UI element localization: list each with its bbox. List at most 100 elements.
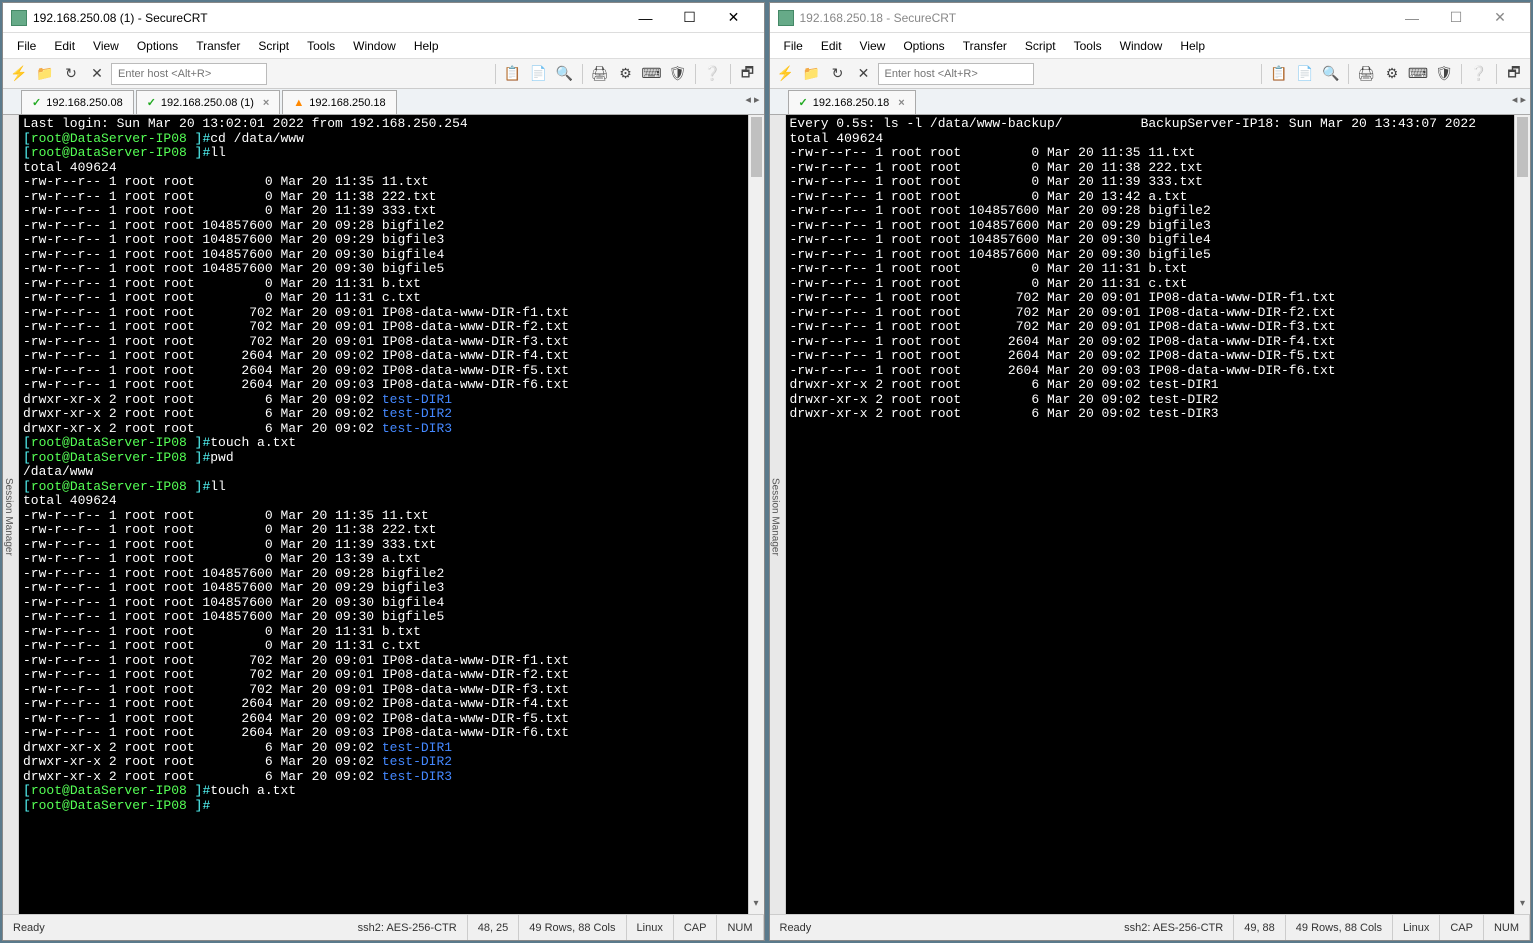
toolbar-button-1[interactable]: 📁 xyxy=(800,62,824,86)
tab-label: 192.168.250.08 xyxy=(46,97,122,109)
toolbar-button-14[interactable]: ❔ xyxy=(701,62,725,86)
term-text: -rw-r--r-- 1 root root 0 Mar 20 11:35 11… xyxy=(23,508,429,523)
status-os: Linux xyxy=(1393,915,1440,940)
toolbar-button-12[interactable]: 🛡 xyxy=(1432,62,1456,86)
menu-edit[interactable]: Edit xyxy=(46,36,83,56)
term-text: -rw-r--r-- 1 root root 104857600 Mar 20 … xyxy=(23,261,444,276)
scroll-thumb[interactable] xyxy=(751,117,762,177)
menu-view[interactable]: View xyxy=(85,36,127,56)
status-rowcol: 49 Rows, 88 Cols xyxy=(519,915,626,940)
menu-script[interactable]: Script xyxy=(250,36,297,56)
term-text: ll xyxy=(210,479,226,494)
host-input[interactable] xyxy=(111,63,267,85)
menu-window[interactable]: Window xyxy=(345,36,404,56)
close-button[interactable]: ✕ xyxy=(1478,4,1522,32)
toolbar-button-16[interactable]: 🗗 xyxy=(736,62,760,86)
toolbar-button-6[interactable]: 📄 xyxy=(527,62,551,86)
window-title: 192.168.250.18 - SecureCRT xyxy=(800,11,1391,25)
host-input[interactable] xyxy=(878,63,1034,85)
scrollbar[interactable]: ▴ ▾ xyxy=(748,115,764,914)
toolbar-button-11[interactable]: ⌨ xyxy=(640,62,664,86)
menu-options[interactable]: Options xyxy=(129,36,186,56)
menu-transfer[interactable]: Transfer xyxy=(955,36,1015,56)
session-tab-1[interactable]: ✓192.168.250.08 (1)× xyxy=(136,90,281,114)
term-text: -rw-r--r-- 1 root root 0 Mar 20 11:31 b.… xyxy=(23,276,421,291)
toolbar-button-10[interactable]: ⚙ xyxy=(1380,62,1404,86)
session-tab-0[interactable]: ✓ 192.168.250.08 xyxy=(21,90,134,114)
term-text: test-DIR2 xyxy=(382,406,452,421)
menu-view[interactable]: View xyxy=(852,36,894,56)
toolbar-button-16[interactable]: 🗗 xyxy=(1502,62,1526,86)
terminal[interactable]: Last login: Sun Mar 20 13:02:01 2022 fro… xyxy=(19,115,748,914)
menu-transfer[interactable]: Transfer xyxy=(188,36,248,56)
term-text: -rw-r--r-- 1 root root 104857600 Mar 20 … xyxy=(790,232,1211,247)
maximize-button[interactable]: ☐ xyxy=(1434,4,1478,32)
status-num: NUM xyxy=(717,915,763,940)
menu-window[interactable]: Window xyxy=(1112,36,1171,56)
scroll-down-icon[interactable]: ▾ xyxy=(1515,898,1530,914)
tab-close-icon[interactable]: × xyxy=(898,97,904,109)
scroll-down-icon[interactable]: ▾ xyxy=(749,898,764,914)
toolbar-button-7[interactable]: 🔍 xyxy=(1319,62,1343,86)
toolbar-button-14[interactable]: ❔ xyxy=(1467,62,1491,86)
term-text: test-DIR1 xyxy=(382,740,452,755)
toolbar-button-10[interactable]: ⚙ xyxy=(614,62,638,86)
toolbar-button-3[interactable]: ✕ xyxy=(852,62,876,86)
tab-nav-arrows[interactable]: ◂ ▸ xyxy=(745,93,759,106)
check-icon: ✓ xyxy=(32,96,41,109)
toolbar-button-2[interactable]: ↻ xyxy=(59,62,83,86)
toolbar-button-0[interactable]: ⚡ xyxy=(774,62,798,86)
toolbar-button-5[interactable]: 📋 xyxy=(501,62,525,86)
maximize-button[interactable]: ☐ xyxy=(668,4,712,32)
toolbar: ⚡📁↻✕ 📋📄🔍 🖨⚙⌨🛡 ❔ 🗗 xyxy=(770,59,1531,89)
terminal[interactable]: Every 0.5s: ls -l /data/www-backup/ Back… xyxy=(786,115,1515,914)
term-text: root@DataServer-IP08 xyxy=(31,145,195,160)
toolbar-separator xyxy=(495,64,496,84)
session-manager-tab[interactable]: Session Manager xyxy=(3,115,19,914)
toolbar-button-2[interactable]: ↻ xyxy=(826,62,850,86)
menu-tools[interactable]: Tools xyxy=(299,36,343,56)
titlebar[interactable]: 192.168.250.08 (1) - SecureCRT — ☐ ✕ xyxy=(3,3,764,33)
menu-help[interactable]: Help xyxy=(406,36,447,56)
close-button[interactable]: ✕ xyxy=(712,4,756,32)
scroll-thumb[interactable] xyxy=(1517,117,1528,177)
toolbar-button-0[interactable]: ⚡ xyxy=(7,62,31,86)
session-manager-tab[interactable]: Session Manager xyxy=(770,115,786,914)
tab-close-icon[interactable]: × xyxy=(263,97,269,109)
term-text: ]# xyxy=(195,479,211,494)
menu-options[interactable]: Options xyxy=(895,36,952,56)
menu-file[interactable]: File xyxy=(9,36,44,56)
status-cap: CAP xyxy=(674,915,718,940)
term-text: -rw-r--r-- 1 root root 104857600 Mar 20 … xyxy=(23,232,444,247)
minimize-button[interactable]: — xyxy=(1390,4,1434,32)
toolbar-button-3[interactable]: ✕ xyxy=(85,62,109,86)
toolbar-button-12[interactable]: 🛡 xyxy=(666,62,690,86)
menu-tools[interactable]: Tools xyxy=(1066,36,1110,56)
menu-file[interactable]: File xyxy=(776,36,811,56)
toolbar-button-5[interactable]: 📋 xyxy=(1267,62,1291,86)
menu-script[interactable]: Script xyxy=(1017,36,1064,56)
session-tab-0[interactable]: ✓192.168.250.18× xyxy=(788,90,916,114)
toolbar: ⚡📁↻✕ 📋📄🔍 🖨⚙⌨🛡 ❔ 🗗 xyxy=(3,59,764,89)
status-cap: CAP xyxy=(1440,915,1484,940)
toolbar-button-7[interactable]: 🔍 xyxy=(553,62,577,86)
tabbar: ✓ 192.168.250.08 ✓192.168.250.08 (1)×▲192.… xyxy=(3,89,764,115)
tab-nav-arrows[interactable]: ◂ ▸ xyxy=(1512,93,1526,106)
toolbar-button-9[interactable]: 🖨 xyxy=(588,62,612,86)
term-text: [ xyxy=(23,783,31,798)
term-text: total 409624 xyxy=(23,493,117,508)
term-text: cd /data/www xyxy=(210,131,304,146)
scrollbar[interactable]: ▴ ▾ xyxy=(1514,115,1530,914)
toolbar-button-6[interactable]: 📄 xyxy=(1293,62,1317,86)
minimize-button[interactable]: — xyxy=(624,4,668,32)
status-num: NUM xyxy=(1484,915,1530,940)
session-tab-2[interactable]: ▲192.168.250.18 xyxy=(282,90,396,114)
menu-help[interactable]: Help xyxy=(1172,36,1213,56)
term-text: -rw-r--r-- 1 root root 702 Mar 20 09:01 … xyxy=(23,667,569,682)
titlebar[interactable]: 192.168.250.18 - SecureCRT — ☐ ✕ xyxy=(770,3,1531,33)
menu-edit[interactable]: Edit xyxy=(813,36,850,56)
toolbar-button-9[interactable]: 🖨 xyxy=(1354,62,1378,86)
toolbar-button-1[interactable]: 📁 xyxy=(33,62,57,86)
term-text: -rw-r--r-- 1 root root 0 Mar 20 11:39 33… xyxy=(23,537,436,552)
toolbar-button-11[interactable]: ⌨ xyxy=(1406,62,1430,86)
